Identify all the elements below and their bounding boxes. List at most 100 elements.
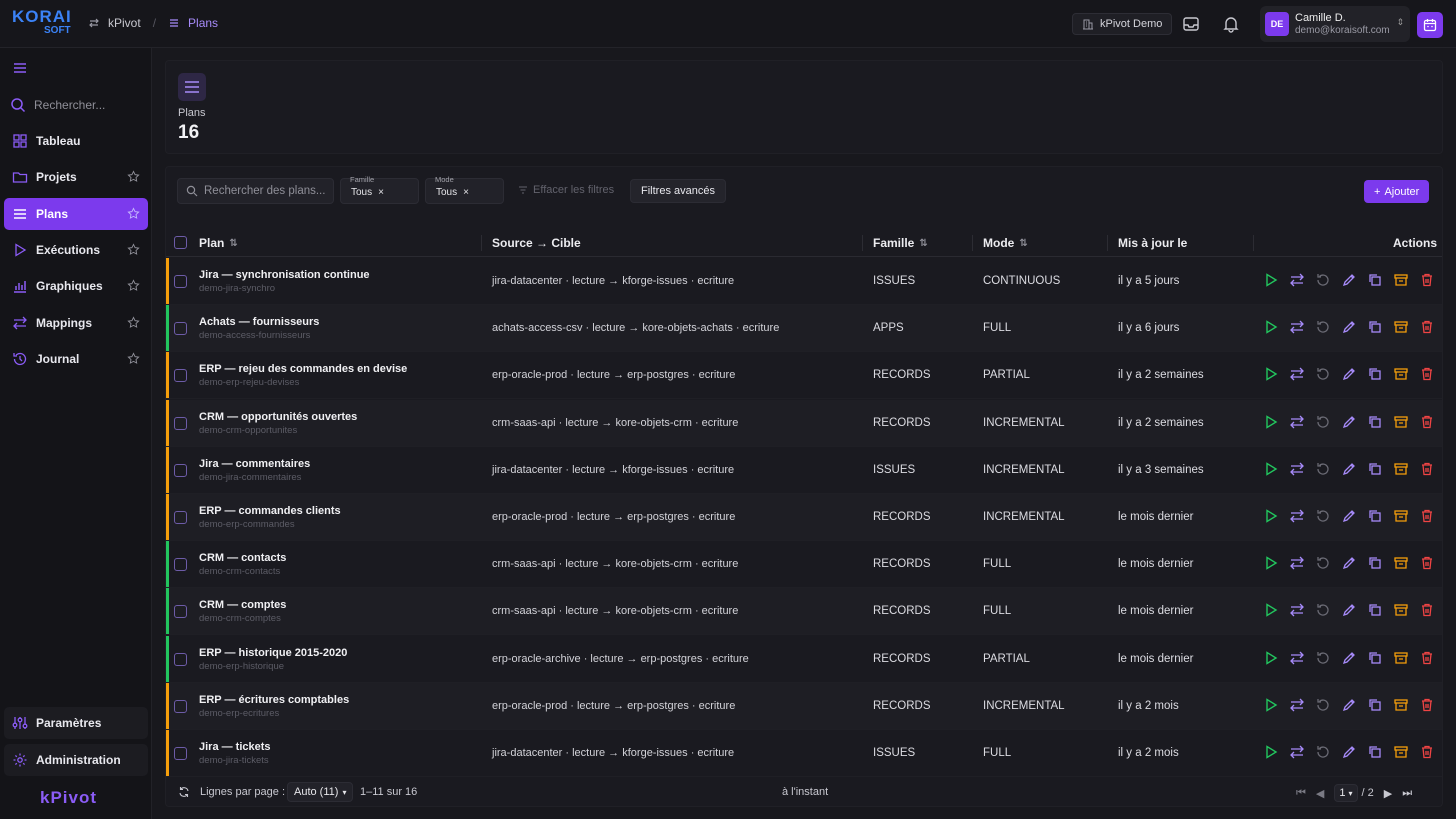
logo[interactable]: KORAI SOFT bbox=[12, 8, 72, 40]
edit-icon[interactable] bbox=[1341, 414, 1357, 430]
star-icon[interactable] bbox=[127, 316, 140, 329]
mode-filter[interactable]: Mode Tous × bbox=[425, 175, 504, 204]
select-all-checkbox[interactable] bbox=[174, 236, 187, 249]
row-checkbox[interactable] bbox=[174, 322, 187, 336]
table-row[interactable]: Jira — commentaires demo-jira-commentair… bbox=[166, 446, 1442, 494]
plan-name[interactable]: CRM — contacts bbox=[199, 552, 286, 564]
col-header-mode[interactable]: Mode ⇅ bbox=[983, 236, 1028, 250]
edit-icon[interactable] bbox=[1341, 272, 1357, 288]
mapping-icon[interactable] bbox=[1289, 697, 1305, 713]
run-icon[interactable] bbox=[1263, 272, 1279, 288]
row-checkbox[interactable] bbox=[174, 747, 187, 760]
reset-icon[interactable] bbox=[1315, 272, 1331, 288]
table-row[interactable]: CRM — comptes demo-crm-comptes crm-saas-… bbox=[166, 588, 1442, 636]
bell-icon[interactable] bbox=[1221, 14, 1241, 34]
row-checkbox[interactable] bbox=[174, 605, 187, 619]
breadcrumb-current[interactable]: Plans bbox=[188, 16, 218, 30]
delete-icon[interactable] bbox=[1419, 650, 1435, 666]
plan-name[interactable]: CRM — comptes bbox=[199, 599, 286, 611]
edit-icon[interactable] bbox=[1341, 697, 1357, 713]
archive-icon[interactable] bbox=[1393, 319, 1409, 335]
duplicate-icon[interactable] bbox=[1367, 697, 1383, 713]
duplicate-icon[interactable] bbox=[1367, 602, 1383, 618]
table-row[interactable]: ERP — rejeu des commandes en devise demo… bbox=[166, 352, 1442, 400]
col-header-famille[interactable]: Famille ⇅ bbox=[873, 236, 928, 250]
reset-icon[interactable] bbox=[1315, 697, 1331, 713]
reset-icon[interactable] bbox=[1315, 650, 1331, 666]
reset-icon[interactable] bbox=[1315, 508, 1331, 524]
delete-icon[interactable] bbox=[1419, 414, 1435, 430]
mapping-icon[interactable] bbox=[1289, 319, 1305, 335]
archive-icon[interactable] bbox=[1393, 366, 1409, 382]
mapping-icon[interactable] bbox=[1289, 650, 1305, 666]
delete-icon[interactable] bbox=[1419, 555, 1435, 571]
delete-icon[interactable] bbox=[1419, 319, 1435, 335]
add-plan-button[interactable]: + Ajouter bbox=[1364, 180, 1430, 203]
refresh-icon[interactable] bbox=[178, 786, 190, 798]
last-page-icon[interactable]: ⏭ bbox=[1402, 787, 1412, 800]
run-icon[interactable] bbox=[1263, 414, 1279, 430]
archive-icon[interactable] bbox=[1393, 508, 1409, 524]
sidebar-search[interactable]: Rechercher... bbox=[10, 96, 150, 114]
breadcrumb-root[interactable]: kPivot bbox=[108, 16, 141, 30]
run-icon[interactable] bbox=[1263, 602, 1279, 618]
row-checkbox[interactable] bbox=[174, 369, 187, 383]
mapping-icon[interactable] bbox=[1289, 602, 1305, 618]
col-header-plan[interactable]: Plan ⇅ bbox=[199, 236, 238, 250]
menu-toggle-icon[interactable] bbox=[12, 60, 28, 76]
delete-icon[interactable] bbox=[1419, 508, 1435, 524]
mapping-icon[interactable] bbox=[1289, 272, 1305, 288]
mapping-icon[interactable] bbox=[1289, 366, 1305, 382]
run-icon[interactable] bbox=[1263, 461, 1279, 477]
delete-icon[interactable] bbox=[1419, 697, 1435, 713]
run-icon[interactable] bbox=[1263, 555, 1279, 571]
star-icon[interactable] bbox=[127, 243, 140, 256]
duplicate-icon[interactable] bbox=[1367, 414, 1383, 430]
duplicate-icon[interactable] bbox=[1367, 650, 1383, 666]
sidebar-item-journal[interactable]: Journal bbox=[4, 343, 148, 375]
plans-search-input[interactable]: Rechercher des plans... bbox=[177, 178, 334, 204]
plan-name[interactable]: Jira — synchronisation continue bbox=[199, 269, 370, 281]
star-icon[interactable] bbox=[127, 279, 140, 292]
archive-icon[interactable] bbox=[1393, 650, 1409, 666]
clear-x-icon[interactable]: × bbox=[378, 187, 384, 198]
duplicate-icon[interactable] bbox=[1367, 461, 1383, 477]
archive-icon[interactable] bbox=[1393, 602, 1409, 618]
run-icon[interactable] bbox=[1263, 744, 1279, 760]
row-checkbox[interactable] bbox=[174, 416, 187, 430]
delete-icon[interactable] bbox=[1419, 602, 1435, 618]
plan-name[interactable]: Jira — commentaires bbox=[199, 458, 310, 470]
sidebar-item-mappings[interactable]: Mappings bbox=[4, 307, 148, 339]
run-icon[interactable] bbox=[1263, 508, 1279, 524]
duplicate-icon[interactable] bbox=[1367, 272, 1383, 288]
plan-name[interactable]: Achats — fournisseurs bbox=[199, 316, 319, 328]
famille-filter[interactable]: Famille Tous × bbox=[340, 175, 419, 204]
row-checkbox[interactable] bbox=[174, 652, 187, 666]
edit-icon[interactable] bbox=[1341, 744, 1357, 760]
reset-icon[interactable] bbox=[1315, 602, 1331, 618]
edit-icon[interactable] bbox=[1341, 650, 1357, 666]
sidebar-item-parametres[interactable]: Paramètres bbox=[4, 707, 148, 739]
row-checkbox[interactable] bbox=[174, 699, 187, 713]
edit-icon[interactable] bbox=[1341, 319, 1357, 335]
table-row[interactable]: CRM — contacts demo-crm-contacts crm-saa… bbox=[166, 541, 1442, 589]
table-row[interactable]: ERP — historique 2015-2020 demo-erp-hist… bbox=[166, 635, 1442, 683]
mapping-icon[interactable] bbox=[1289, 461, 1305, 477]
row-checkbox[interactable] bbox=[174, 558, 187, 572]
sidebar-item-projets[interactable]: Projets bbox=[4, 161, 148, 193]
run-icon[interactable] bbox=[1263, 697, 1279, 713]
sidebar-item-administration[interactable]: Administration bbox=[4, 744, 148, 776]
clear-x-icon[interactable]: × bbox=[463, 187, 469, 198]
plan-name[interactable]: CRM — opportunités ouvertes bbox=[199, 411, 357, 423]
delete-icon[interactable] bbox=[1419, 744, 1435, 760]
reset-icon[interactable] bbox=[1315, 319, 1331, 335]
archive-icon[interactable] bbox=[1393, 414, 1409, 430]
star-icon[interactable] bbox=[127, 352, 140, 365]
duplicate-icon[interactable] bbox=[1367, 744, 1383, 760]
delete-icon[interactable] bbox=[1419, 272, 1435, 288]
clear-filters-button[interactable]: Effacer les filtres bbox=[518, 184, 614, 196]
table-row[interactable]: Achats — fournisseurs demo-access-fourni… bbox=[166, 305, 1442, 353]
first-page-icon[interactable]: ⏮ bbox=[1296, 787, 1306, 800]
archive-icon[interactable] bbox=[1393, 744, 1409, 760]
reset-icon[interactable] bbox=[1315, 366, 1331, 382]
